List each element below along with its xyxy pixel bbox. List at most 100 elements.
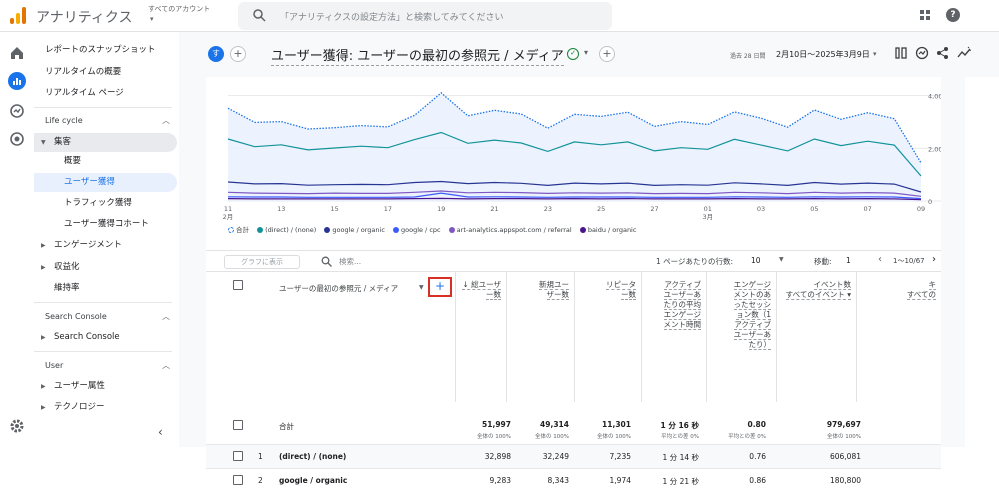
title-caret-icon[interactable]: ▾ bbox=[584, 48, 588, 57]
rows-caret-icon[interactable]: ▼ bbox=[779, 256, 784, 263]
report-title[interactable]: ユーザー獲得: ユーザーの最初の参照元 / メディア bbox=[271, 45, 564, 66]
add-filter-plus-icon[interactable]: + bbox=[599, 46, 615, 62]
advertising-icon[interactable] bbox=[8, 130, 26, 148]
account-selector[interactable]: すべてのアカウント bbox=[148, 4, 210, 14]
nav-rail bbox=[0, 32, 34, 447]
metric-header-4[interactable]: エンゲージ メントのあ ったセッシ ョン数（1 アクティブ ユーザーあ たり） bbox=[713, 280, 771, 350]
nav-realtime-pages[interactable]: リアルタイム ページ bbox=[45, 86, 124, 98]
metric-header-row: ー数 bbox=[586, 290, 636, 300]
nav-traffic-acquisition[interactable]: トラフィック獲得 bbox=[34, 194, 177, 213]
explore-icon[interactable] bbox=[8, 102, 26, 120]
prev-page-chevron-icon[interactable]: ‹ bbox=[878, 254, 882, 265]
date-range-picker[interactable]: 2月10日～2025年3月9日 bbox=[776, 49, 870, 60]
metric-header-2[interactable]: リピータ ー数 bbox=[586, 280, 636, 300]
column-divider bbox=[641, 272, 642, 402]
caret-right-icon: ▶ bbox=[41, 334, 46, 341]
total-value: 49,314 bbox=[540, 420, 569, 429]
nav-engagement[interactable]: ▶ エンゲージメント bbox=[34, 236, 177, 255]
nav-technology[interactable]: ▶ テクノロジー bbox=[34, 398, 177, 417]
home-icon[interactable] bbox=[8, 44, 26, 62]
account-caret-icon[interactable]: ▾ bbox=[150, 15, 154, 23]
chevron-up-icon[interactable]: ︿ bbox=[162, 360, 170, 371]
row-index: 1 bbox=[258, 452, 263, 461]
metric-header-5[interactable]: イベント数 すべてのイベント ▾ bbox=[766, 280, 851, 300]
metric-header-row: ったセッシ bbox=[713, 300, 771, 310]
legend-google-cpc[interactable]: google / cpc bbox=[401, 226, 441, 234]
table-search-input[interactable]: 検索... bbox=[339, 256, 361, 267]
metric-header-row: ユーザーあ bbox=[646, 290, 701, 300]
report-card: 4,0002,000011131517192123252701030507092… bbox=[206, 77, 941, 486]
row-index: 2 bbox=[258, 476, 263, 485]
divider bbox=[34, 107, 172, 108]
total-sub: 全体の 100% bbox=[535, 434, 569, 440]
legend-google-organic[interactable]: google / organic bbox=[332, 226, 384, 234]
nav-monetization[interactable]: ▶ 収益化 bbox=[34, 258, 177, 277]
customize-report-icon[interactable] bbox=[894, 46, 908, 60]
apps-grid-icon[interactable] bbox=[920, 10, 931, 21]
legend-referral[interactable]: art-analytics.appspot.com / referral bbox=[457, 226, 572, 234]
nav-snapshot[interactable]: レポートのスナップショット bbox=[45, 43, 156, 55]
x-tick-label: 03 bbox=[757, 205, 765, 213]
legend-direct[interactable]: (direct) / (none) bbox=[265, 226, 316, 234]
metric-header-line: ↓ 総ユーザ bbox=[462, 280, 501, 290]
table-row[interactable]: 1 (direct) / (none) 32,898 32,249 7,235 1 分 1… bbox=[206, 444, 941, 468]
nav-retention[interactable]: 維持率 bbox=[34, 279, 177, 298]
nav-group-acquisition[interactable]: ▼ 集客 bbox=[34, 133, 177, 152]
metric-header-row: ョン数（1 bbox=[713, 310, 771, 320]
section-search-console-title[interactable]: Search Console bbox=[45, 312, 107, 321]
top-bar: アナリティクス すべてのアカウント ▾ 「アナリティクスの設定方法」と検索してみ… bbox=[0, 0, 999, 32]
metric-header-0[interactable]: ↓ 総ユーザ ー数 bbox=[446, 280, 501, 300]
row-dimension[interactable]: (direct) / (none) bbox=[279, 452, 346, 461]
dimension-header[interactable]: ユーザーの最初の参照元 / メディア bbox=[279, 283, 398, 294]
share-icon[interactable] bbox=[936, 46, 950, 60]
help-icon[interactable]: ? bbox=[946, 8, 960, 22]
goto-input[interactable]: 1 bbox=[846, 256, 851, 265]
metric-header-row: エンゲージ bbox=[646, 310, 701, 320]
legend-total[interactable]: 合計 bbox=[236, 226, 249, 234]
metric-header-line: アクティブ bbox=[664, 280, 701, 290]
trend-spark-icon[interactable] bbox=[957, 46, 971, 60]
nav-acq-overview[interactable]: 概要 bbox=[34, 152, 177, 171]
total-sub: 平均との差 0% bbox=[661, 434, 699, 440]
date-caret-icon[interactable]: ▾ bbox=[873, 50, 877, 58]
date-preset-label[interactable]: 過去 28 日間 bbox=[730, 51, 765, 60]
metric-header-row: アクティブ bbox=[713, 320, 771, 330]
global-search[interactable]: 「アナリティクスの設定方法」と検索してみてください bbox=[238, 2, 612, 30]
metric-header-row: キ bbox=[906, 280, 936, 290]
metric-header-3[interactable]: アクティブ ユーザーあ たりの平均 エンゲージ メント時間 bbox=[646, 280, 701, 330]
chevron-up-icon[interactable]: ︿ bbox=[162, 311, 170, 322]
nav-user-acq-cohort[interactable]: ユーザー獲得コホート bbox=[34, 215, 177, 234]
row-dimension[interactable]: google / organic bbox=[279, 476, 347, 485]
nav-demographics[interactable]: ▶ ユーザー属性 bbox=[34, 377, 177, 396]
rows-per-page-select[interactable]: 10 bbox=[751, 256, 761, 265]
totals-checkbox[interactable] bbox=[233, 420, 243, 430]
add-comparison-plus-icon[interactable]: + bbox=[230, 46, 246, 62]
nav-user-acquisition[interactable]: ユーザー獲得 bbox=[34, 173, 177, 192]
chevron-up-icon[interactable]: ︿ bbox=[162, 115, 170, 126]
insights-icon[interactable] bbox=[915, 46, 929, 60]
y-tick-label: 4,000 bbox=[928, 93, 941, 101]
legend-baidu[interactable]: baidu / organic bbox=[588, 226, 637, 234]
metric-header-row: ↓ 総ユーザ bbox=[446, 280, 501, 290]
x-tick-label: 01 bbox=[704, 205, 712, 213]
section-lifecycle-title[interactable]: Life cycle bbox=[45, 116, 83, 125]
row-checkbox[interactable] bbox=[233, 475, 243, 485]
settings-gear-icon[interactable] bbox=[8, 417, 26, 435]
table-row[interactable]: 2 google / organic 9,283 8,343 1,974 1 分 21 秒… bbox=[206, 468, 941, 492]
select-all-checkbox[interactable] bbox=[233, 280, 243, 290]
nav-realtime-overview[interactable]: リアルタイムの概要 bbox=[45, 65, 121, 77]
row-checkbox[interactable] bbox=[233, 451, 243, 461]
row-value: 32,898 bbox=[484, 452, 511, 461]
reports-icon[interactable] bbox=[8, 72, 26, 90]
next-page-chevron-icon[interactable]: › bbox=[932, 254, 936, 265]
collapse-nav-chevron-icon[interactable]: ‹ bbox=[158, 425, 163, 439]
analytics-logo-icon[interactable] bbox=[10, 7, 26, 24]
comparison-badge[interactable]: す bbox=[208, 46, 224, 62]
nav-search-console[interactable]: ▶ Search Console bbox=[34, 328, 177, 347]
dimension-caret-icon[interactable]: ▼ bbox=[419, 284, 424, 291]
metric-header-6[interactable]: キすべての bbox=[906, 280, 936, 300]
check-circle-icon[interactable]: ✓ bbox=[567, 48, 579, 60]
metric-header-1[interactable]: 新規ユー ザー数 bbox=[514, 280, 569, 300]
section-user-title[interactable]: User bbox=[45, 361, 63, 370]
plot-rows-button[interactable]: グラフに表示 bbox=[224, 255, 300, 269]
